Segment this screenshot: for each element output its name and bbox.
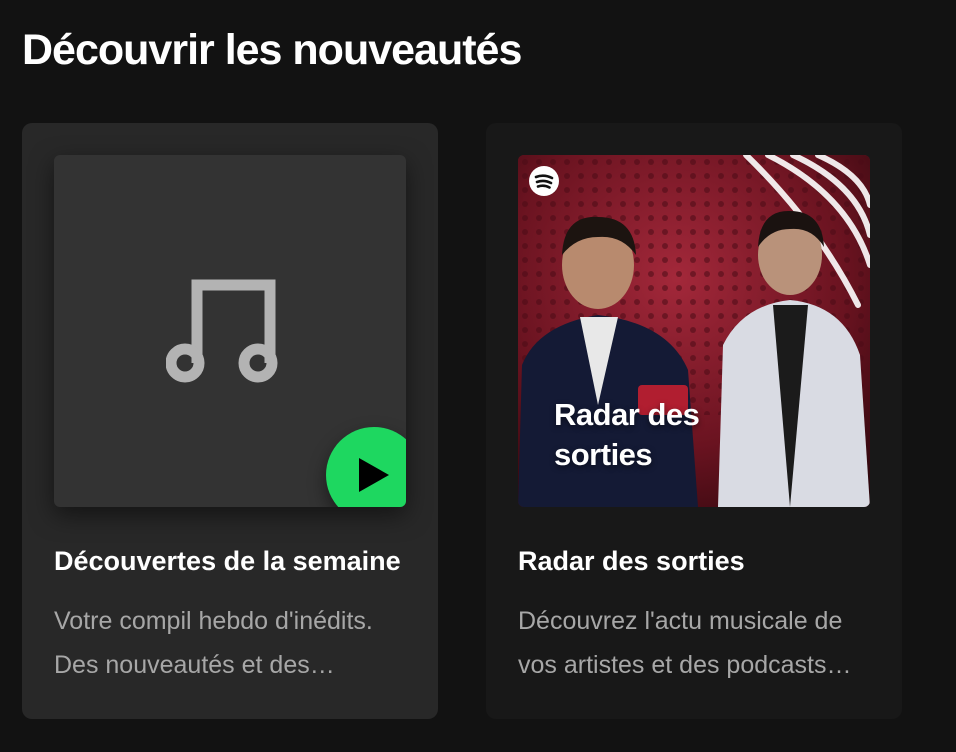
playlist-description: Votre compil hebdo d'inédits. Des nouvea… — [54, 607, 373, 679]
playlist-title[interactable]: Radar des sorties — [518, 541, 870, 581]
cover-title-text: Radar des sorties — [554, 397, 700, 472]
play-button[interactable] — [326, 427, 406, 507]
playlist-cover-image: Radar des sorties — [518, 155, 870, 507]
spotify-logo-icon — [529, 166, 559, 196]
section-title[interactable]: Découvrir les nouveautés — [22, 22, 522, 78]
play-icon — [359, 458, 389, 492]
playlist-description: Découvrez l'actu musicale de vos artiste… — [518, 607, 843, 679]
playlist-card-radar[interactable]: Radar des sorties Radar des sorties Déco… — [486, 123, 902, 719]
playlist-title[interactable]: Découvertes de la semaine — [54, 541, 406, 581]
playlist-cover-placeholder — [54, 155, 406, 507]
playlist-card-decouvertes[interactable]: Découvertes de la semaine Votre compil h… — [22, 123, 438, 719]
music-note-icon — [166, 279, 278, 383]
